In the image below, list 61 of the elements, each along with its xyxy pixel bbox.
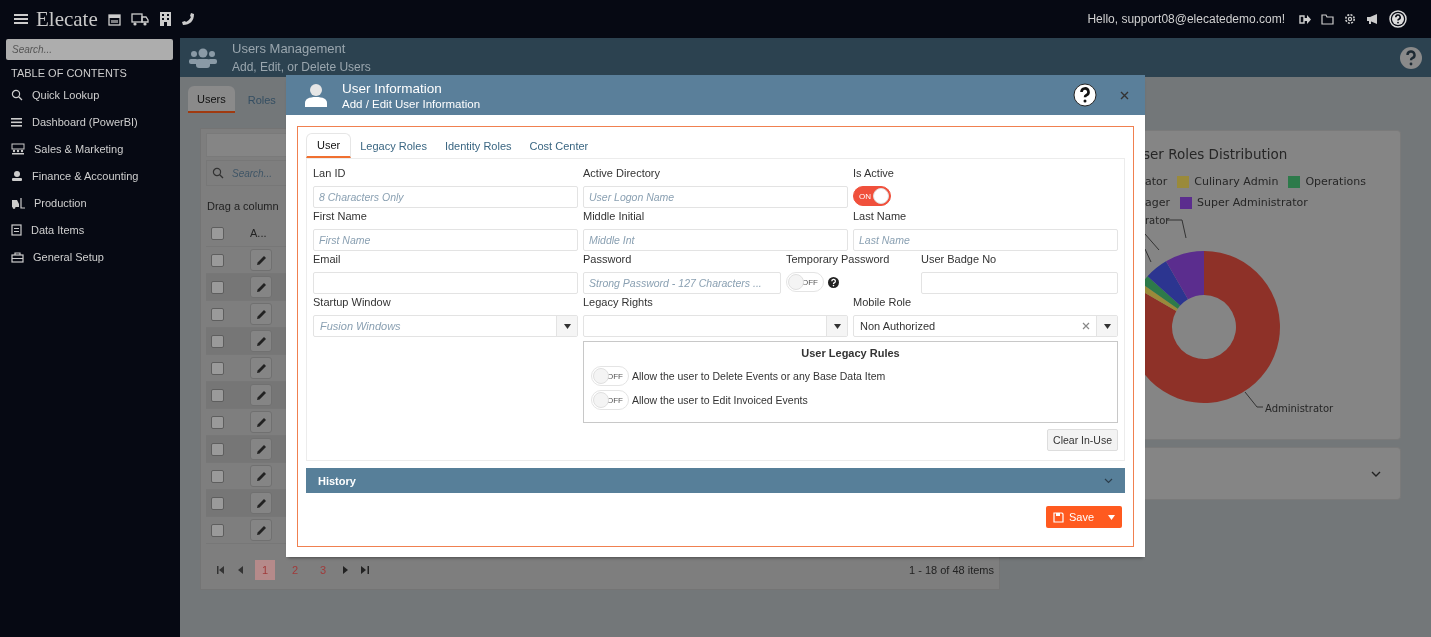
field-label: Email xyxy=(313,253,342,267)
field-label: Last Name xyxy=(853,210,908,224)
panel-title: User Legacy Rules xyxy=(800,347,901,359)
page-title: Users Management xyxy=(232,41,347,56)
legend-label[interactable]: Culinary Admin xyxy=(1194,175,1279,188)
brand-logo[interactable]: Elecate xyxy=(36,6,98,32)
legend-label[interactable]: ager xyxy=(1145,196,1170,209)
legend-label[interactable]: Operations xyxy=(1305,175,1366,188)
sidebar-item[interactable]: Production xyxy=(34,196,87,209)
sidebar-item[interactable]: General Setup xyxy=(33,250,104,263)
sidebar-item[interactable]: Quick Lookup xyxy=(32,88,100,101)
field-label: Temporary Password xyxy=(786,253,891,267)
legend-label[interactable]: Super Administrator xyxy=(1197,196,1308,209)
clear-in-use-button[interactable]: Clear In-Use xyxy=(1047,429,1118,451)
search-field[interactable]: Search... xyxy=(6,39,173,60)
page-tab[interactable]: Users xyxy=(188,86,235,113)
column-header[interactable]: A... xyxy=(250,227,267,239)
modal-title: User Information xyxy=(342,80,443,96)
legend-label[interactable]: ator xyxy=(1145,175,1168,188)
input-field[interactable]: First Name xyxy=(313,229,578,251)
slice-label: rator xyxy=(1145,215,1170,226)
sidebar-item[interactable]: Sales & Marketing xyxy=(34,142,124,155)
sidebar-item[interactable]: Dashboard (PowerBI) xyxy=(32,115,138,128)
modal-subtitle: Add / Edit User Information xyxy=(342,97,481,110)
toggle-switch[interactable]: OFF xyxy=(786,272,824,292)
sidebar-item[interactable]: Data Items xyxy=(31,223,85,236)
field-label: User Badge No xyxy=(921,253,998,267)
input-field[interactable]: Middle Int xyxy=(583,229,848,251)
field-label: Active Directory xyxy=(583,167,662,181)
field-label: Is Active xyxy=(853,167,895,181)
toggle-switch[interactable]: OFF xyxy=(591,390,629,410)
section-title: History xyxy=(318,474,356,487)
dropdown-field[interactable]: Non Authorized xyxy=(853,315,1118,337)
field-label: Lan ID xyxy=(313,167,347,181)
input-field[interactable]: User Logon Name xyxy=(583,186,848,208)
field-label: Password xyxy=(583,253,633,267)
toggle-switch[interactable]: OFF xyxy=(591,366,629,386)
field-label: Startup Window xyxy=(313,296,392,310)
field-label: Mobile Role xyxy=(853,296,913,310)
field-label: Legacy Rights xyxy=(583,296,654,310)
history-bar[interactable]: History xyxy=(306,468,1125,493)
field-label: Middle Initial xyxy=(583,210,646,224)
field-label: First Name xyxy=(313,210,368,224)
tab[interactable]: Legacy Roles xyxy=(351,133,436,158)
pager-summary: 1 - 18 of 48 items xyxy=(909,564,994,576)
sidebar-item[interactable]: Finance & Accounting xyxy=(32,169,139,182)
input-field[interactable]: Strong Password - 127 Characters ... xyxy=(583,272,781,294)
group-hint-text: Drag a column xyxy=(207,200,280,214)
input-field[interactable]: 8 Characters Only xyxy=(313,186,578,208)
slice-label: Administrator xyxy=(1265,403,1334,414)
toggle-switch[interactable]: ON xyxy=(853,186,891,206)
tab[interactable]: Cost Center xyxy=(520,133,598,158)
rule-label: Allow the user to Delete Events or any Base Data Item xyxy=(632,370,886,382)
input-field[interactable]: Last Name xyxy=(853,229,1118,251)
page-subtitle: Add, Edit, or Delete Users xyxy=(232,60,371,74)
sidebar-heading: TABLE OF CONTENTS xyxy=(11,67,128,81)
tab[interactable]: Identity Roles xyxy=(435,133,521,158)
rule-label: Allow the user to Edit Invoiced Events xyxy=(632,394,808,406)
tab[interactable]: User xyxy=(306,133,352,158)
search-field[interactable]: Search... xyxy=(230,166,284,180)
greeting-text: Hello, support08@elecatedemo.com! xyxy=(1087,12,1285,26)
